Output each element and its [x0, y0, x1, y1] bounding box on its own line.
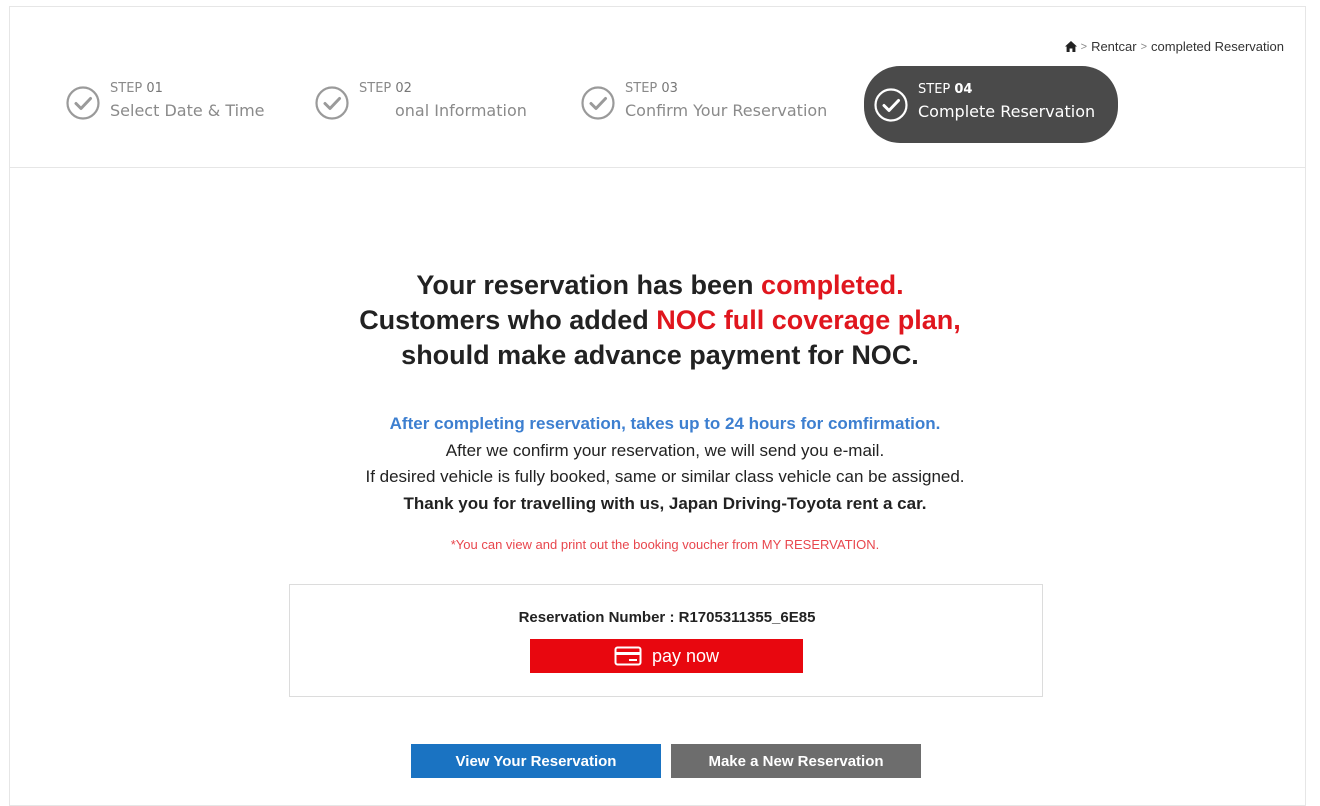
reservation-number-value: R1705311355_6E85 [678, 609, 816, 626]
check-circle-icon [315, 86, 349, 120]
step-prefix: STEP [625, 80, 658, 96]
check-circle-icon [874, 87, 908, 122]
step-label: Select Date & Time [110, 100, 265, 120]
credit-card-icon [614, 646, 642, 666]
thanks-message: Thank you for travelling with us, Japan … [403, 493, 927, 513]
home-icon[interactable] [1064, 41, 1077, 52]
heading-line2-highlight: NOC full coverage plan, [656, 305, 961, 335]
breadcrumb-separator: > [1080, 40, 1088, 53]
step-04: STEP 04 Complete Reservation [864, 66, 1118, 143]
completion-heading: Your reservation has been completed. Cus… [0, 268, 1320, 373]
step-prefix: STEP [110, 80, 143, 96]
info-block: After completing reservation, takes up t… [0, 411, 1320, 517]
breadcrumb-separator: > [1140, 40, 1148, 53]
step-01: STEP 01 Select Date & Time [66, 64, 265, 142]
step-number: 01 [146, 80, 163, 96]
view-reservation-button[interactable]: View Your Reservation [411, 744, 661, 778]
breadcrumb: > Rentcar > completed Reservation [1064, 39, 1284, 54]
pay-now-label: pay now [651, 645, 720, 666]
new-reservation-button[interactable]: Make a New Reservation [671, 744, 921, 778]
heading-line1: Your reservation has been [416, 270, 762, 300]
step-prefix: STEP [918, 82, 951, 97]
reservation-box: Reservation Number : R1705311355_6E85 pa… [289, 584, 1043, 697]
check-circle-icon [581, 86, 615, 120]
reservation-number: Reservation Number : R1705311355_6E85 [290, 609, 1044, 626]
step-number: 03 [661, 80, 678, 96]
breadcrumb-item-rentcar[interactable]: Rentcar [1091, 39, 1137, 54]
step-number: 04 [954, 82, 973, 97]
step-label: Complete Reservation [918, 102, 1096, 121]
heading-line3: should make advance payment for NOC. [401, 340, 919, 370]
step-03: STEP 03 Confirm Your Reservation [581, 64, 827, 142]
confirm-notice: After completing reservation, takes up t… [389, 414, 941, 433]
heading-line2: Customers who added [359, 305, 657, 335]
step-prefix: STEP [359, 80, 392, 96]
email-notice: After we confirm your reservation, we wi… [445, 440, 885, 460]
heading-line1-highlight: completed. [761, 270, 904, 300]
check-circle-icon [66, 86, 100, 120]
pay-now-button[interactable]: pay now [530, 639, 803, 673]
step-label: Confirm Your Reservation [625, 100, 828, 120]
reservation-number-label: Reservation Number : [518, 609, 679, 626]
voucher-note: *You can view and print out the booking … [450, 537, 880, 552]
breadcrumb-item-current: completed Reservation [1151, 39, 1284, 54]
step-number: 02 [395, 80, 412, 96]
step-02: STEP 02 onal Information [315, 64, 527, 142]
step-label: onal Information [395, 100, 527, 120]
vehicle-notice: If desired vehicle is fully booked, same… [365, 467, 965, 486]
